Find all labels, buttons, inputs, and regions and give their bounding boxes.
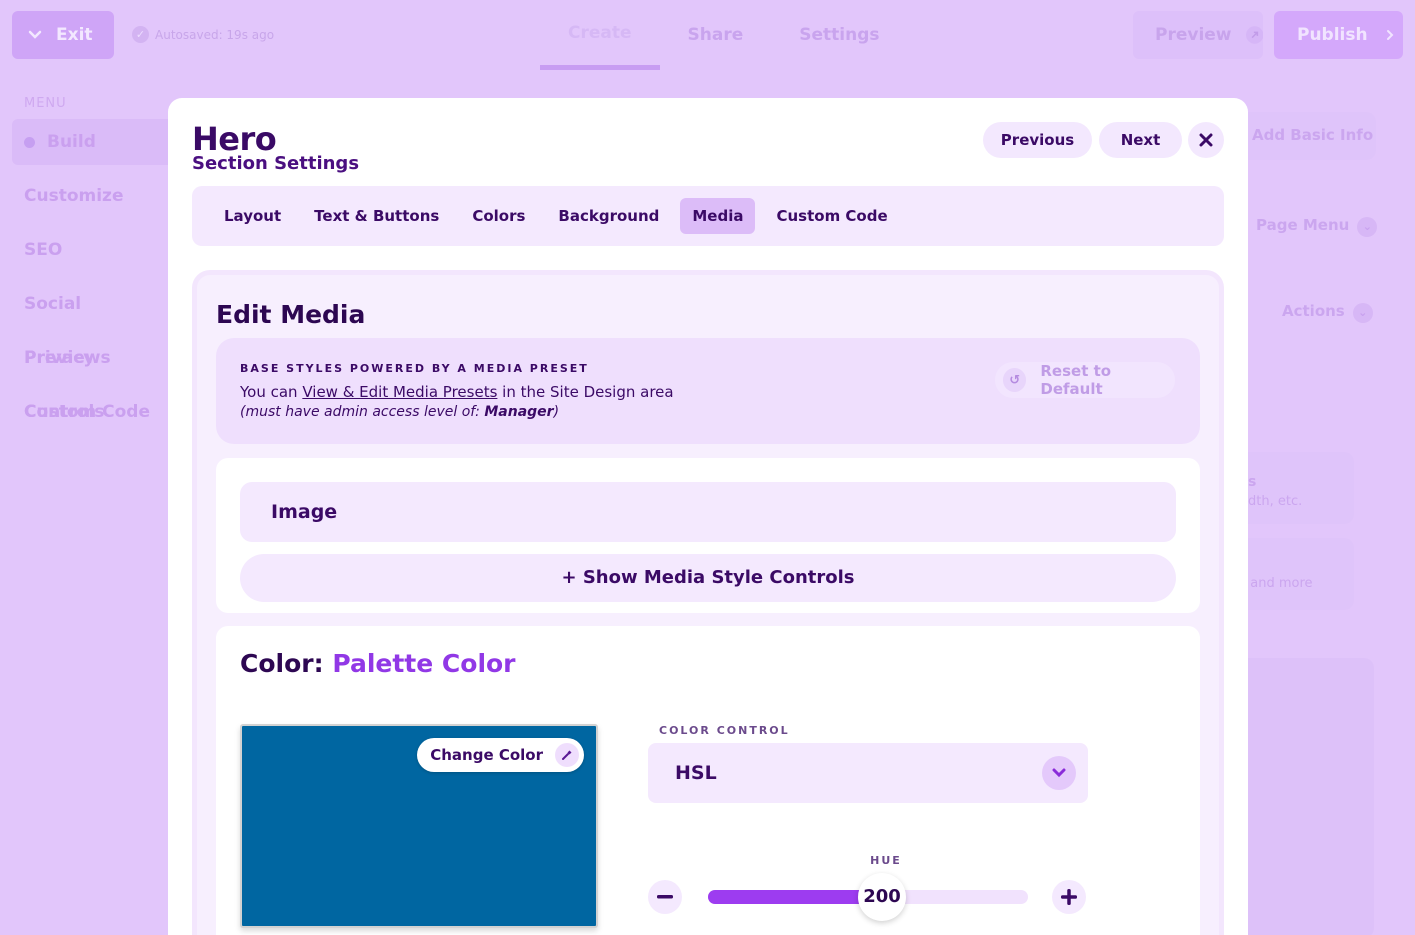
color-control-select[interactable]: HSL xyxy=(648,743,1088,803)
image-selector[interactable]: Image xyxy=(240,482,1176,542)
publish-button[interactable]: Publish xyxy=(1274,11,1403,59)
chevron-down-icon: ⌄ xyxy=(1352,303,1373,323)
sidebar-item-seo[interactable]: SEO xyxy=(0,223,170,277)
top-bar: Exit ✓ Autosaved: 19s ago Create Share S… xyxy=(0,0,1415,70)
sidebar-item-label: Build xyxy=(47,132,96,152)
hue-increase-button[interactable] xyxy=(1052,880,1086,914)
preset-text: You can xyxy=(240,383,303,401)
edit-media-panel: Edit Media BASE STYLES POWERED BY A MEDI… xyxy=(192,270,1224,935)
top-tabs: Create Share Settings xyxy=(540,0,908,70)
chevron-right-icon xyxy=(1386,30,1394,40)
color-control-value: HSL xyxy=(675,762,717,784)
hue-slider-handle[interactable]: 200 xyxy=(858,873,906,921)
sidebar-item-build[interactable]: Build xyxy=(12,119,170,165)
sidebar-item-social-previews[interactable]: Social Previews xyxy=(0,277,170,368)
add-basic-info-card[interactable]: Add Basic Info xyxy=(1238,112,1376,160)
media-preset-notice: BASE STYLES POWERED BY A MEDIA PRESET Yo… xyxy=(216,338,1200,444)
tab-layout[interactable]: Layout xyxy=(212,198,293,234)
color-card: Color: Palette Color Change Color COLOR … xyxy=(216,626,1200,935)
close-icon xyxy=(1199,133,1213,147)
hue-decrease-button[interactable] xyxy=(648,880,682,914)
preview-label: Preview xyxy=(1155,25,1232,45)
preview-button[interactable]: Preview xyxy=(1133,11,1263,59)
access-level: Manager xyxy=(484,404,554,420)
tab-media[interactable]: Media xyxy=(680,198,756,234)
more-card-desc: , and more xyxy=(1242,576,1313,591)
tab-text-buttons[interactable]: Text & Buttons xyxy=(302,198,451,234)
eyedropper-icon xyxy=(555,743,579,767)
hue-label: HUE xyxy=(870,854,902,867)
reset-icon: ↺ xyxy=(1003,368,1027,392)
chevron-down-icon: ⌄ xyxy=(1357,217,1378,237)
hue-slider[interactable]: 200 xyxy=(708,873,1028,921)
right-panel: Add Basic Info Page Menu ⌄ Actions ⌄ s dth… xyxy=(1238,98,1415,935)
sidebar-heading: MENU xyxy=(24,96,67,111)
preset-description: You can View & Edit Media Presets in the… xyxy=(240,383,674,401)
autosave-status: ✓ Autosaved: 19s ago xyxy=(132,26,274,43)
actions-label: Actions xyxy=(1282,302,1345,320)
external-link-icon xyxy=(1245,26,1263,44)
change-color-button[interactable]: Change Color xyxy=(417,738,584,772)
settings-card-desc: dth, etc. xyxy=(1248,494,1303,509)
chevron-down-icon xyxy=(28,30,42,39)
view-edit-media-presets-link[interactable]: View & Edit Media Presets xyxy=(302,383,497,401)
chevron-down-icon xyxy=(1042,756,1076,790)
active-dot-icon xyxy=(24,136,35,148)
publish-label: Publish xyxy=(1297,25,1368,45)
plus-icon xyxy=(1061,889,1077,905)
sidebar-item-privacy-controls[interactable]: Privacy Controls xyxy=(0,331,170,422)
color-title-value: Palette Color xyxy=(332,649,516,678)
add-basic-info-label: Add Basic Info xyxy=(1252,126,1374,144)
next-button[interactable]: Next xyxy=(1099,122,1182,158)
exit-button[interactable]: Exit xyxy=(12,11,114,59)
section-tabs: Layout Text & Buttons Colors Background … xyxy=(192,186,1224,246)
minus-icon xyxy=(657,895,673,899)
settings-card-title: s xyxy=(1248,474,1257,490)
tab-custom-code[interactable]: Custom Code xyxy=(764,198,899,234)
sidebar: MENU Build Customize SEO Social Previews… xyxy=(0,90,170,439)
media-card: Image + Show Media Style Controls xyxy=(216,458,1200,613)
note-text: ) xyxy=(553,404,560,420)
sidebar-item-custom-code[interactable]: Custom Code xyxy=(0,385,170,439)
tab-colors[interactable]: Colors xyxy=(460,198,537,234)
edit-media-title: Edit Media xyxy=(216,300,366,329)
note-text: (must have admin access level of: xyxy=(240,404,485,420)
preset-access-note: (must have admin access level of: Manage… xyxy=(240,404,559,420)
close-button[interactable] xyxy=(1188,122,1224,158)
page-menu-dropdown[interactable]: Page Menu ⌄ xyxy=(1256,216,1378,237)
tab-share[interactable]: Share xyxy=(660,0,772,70)
tab-background[interactable]: Background xyxy=(546,198,671,234)
color-title: Color: Palette Color xyxy=(240,649,516,678)
tab-create[interactable]: Create xyxy=(540,0,660,70)
color-control-label: COLOR CONTROL xyxy=(659,724,790,737)
reset-label: Reset to Default xyxy=(1040,362,1112,398)
exit-label: Exit xyxy=(56,25,93,45)
modal-subtitle: Section Settings xyxy=(192,153,360,174)
color-title-prefix: Color: xyxy=(240,649,333,678)
more-card[interactable]: , and more xyxy=(1238,538,1354,610)
change-color-label: Change Color xyxy=(430,746,543,764)
actions-dropdown[interactable]: Actions ⌄ xyxy=(1282,302,1373,323)
reset-to-default-button[interactable]: ↺ Reset to Default xyxy=(995,362,1175,398)
section-settings-modal: Hero Section Settings Previous Next Layo… xyxy=(168,98,1248,935)
previous-button[interactable]: Previous xyxy=(983,122,1092,158)
page-menu-label: Page Menu xyxy=(1256,216,1350,234)
check-icon: ✓ xyxy=(132,26,149,43)
sidebar-item-customize[interactable]: Customize xyxy=(0,169,170,223)
preset-heading: BASE STYLES POWERED BY A MEDIA PRESET xyxy=(240,362,589,375)
hue-slider-fill xyxy=(708,890,882,904)
color-swatch[interactable]: Change Color xyxy=(240,724,598,928)
tab-settings[interactable]: Settings xyxy=(771,0,907,70)
preview-card xyxy=(1238,658,1374,935)
preset-text: in the Site Design area xyxy=(497,383,674,401)
show-media-style-controls-button[interactable]: + Show Media Style Controls xyxy=(240,554,1176,602)
autosave-text: Autosaved: 19s ago xyxy=(155,27,275,42)
settings-card[interactable]: s dth, etc. xyxy=(1238,452,1354,524)
